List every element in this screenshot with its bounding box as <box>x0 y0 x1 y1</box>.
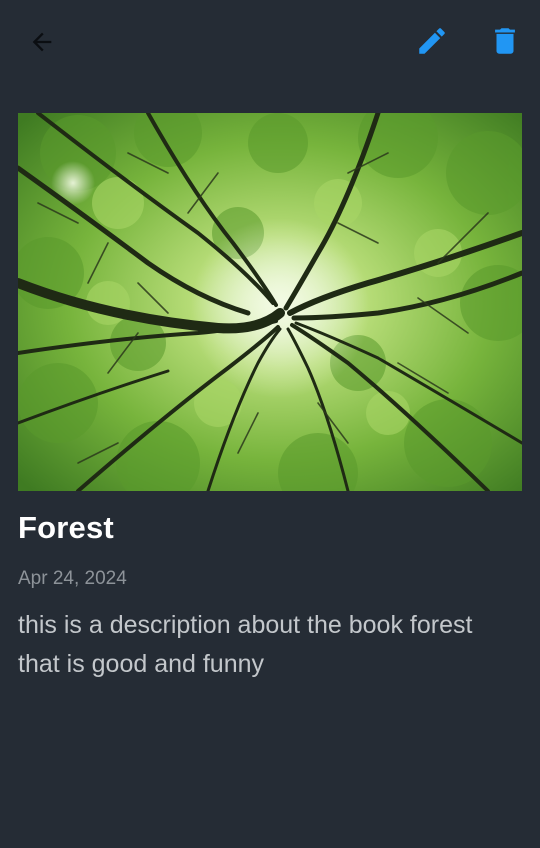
pencil-icon <box>419 28 445 54</box>
delete-button[interactable] <box>484 21 526 61</box>
back-button[interactable] <box>22 22 62 62</box>
app-bar <box>0 0 540 82</box>
book-date: Apr 24, 2024 <box>18 568 127 589</box>
book-title: Forest <box>18 510 114 545</box>
arrow-back-icon <box>32 32 52 52</box>
book-cover-image <box>18 113 522 491</box>
forest-canopy-photo <box>18 113 522 491</box>
edit-button[interactable] <box>410 21 454 61</box>
book-description: this is a description about the book for… <box>18 611 473 678</box>
trash-icon <box>495 28 515 54</box>
